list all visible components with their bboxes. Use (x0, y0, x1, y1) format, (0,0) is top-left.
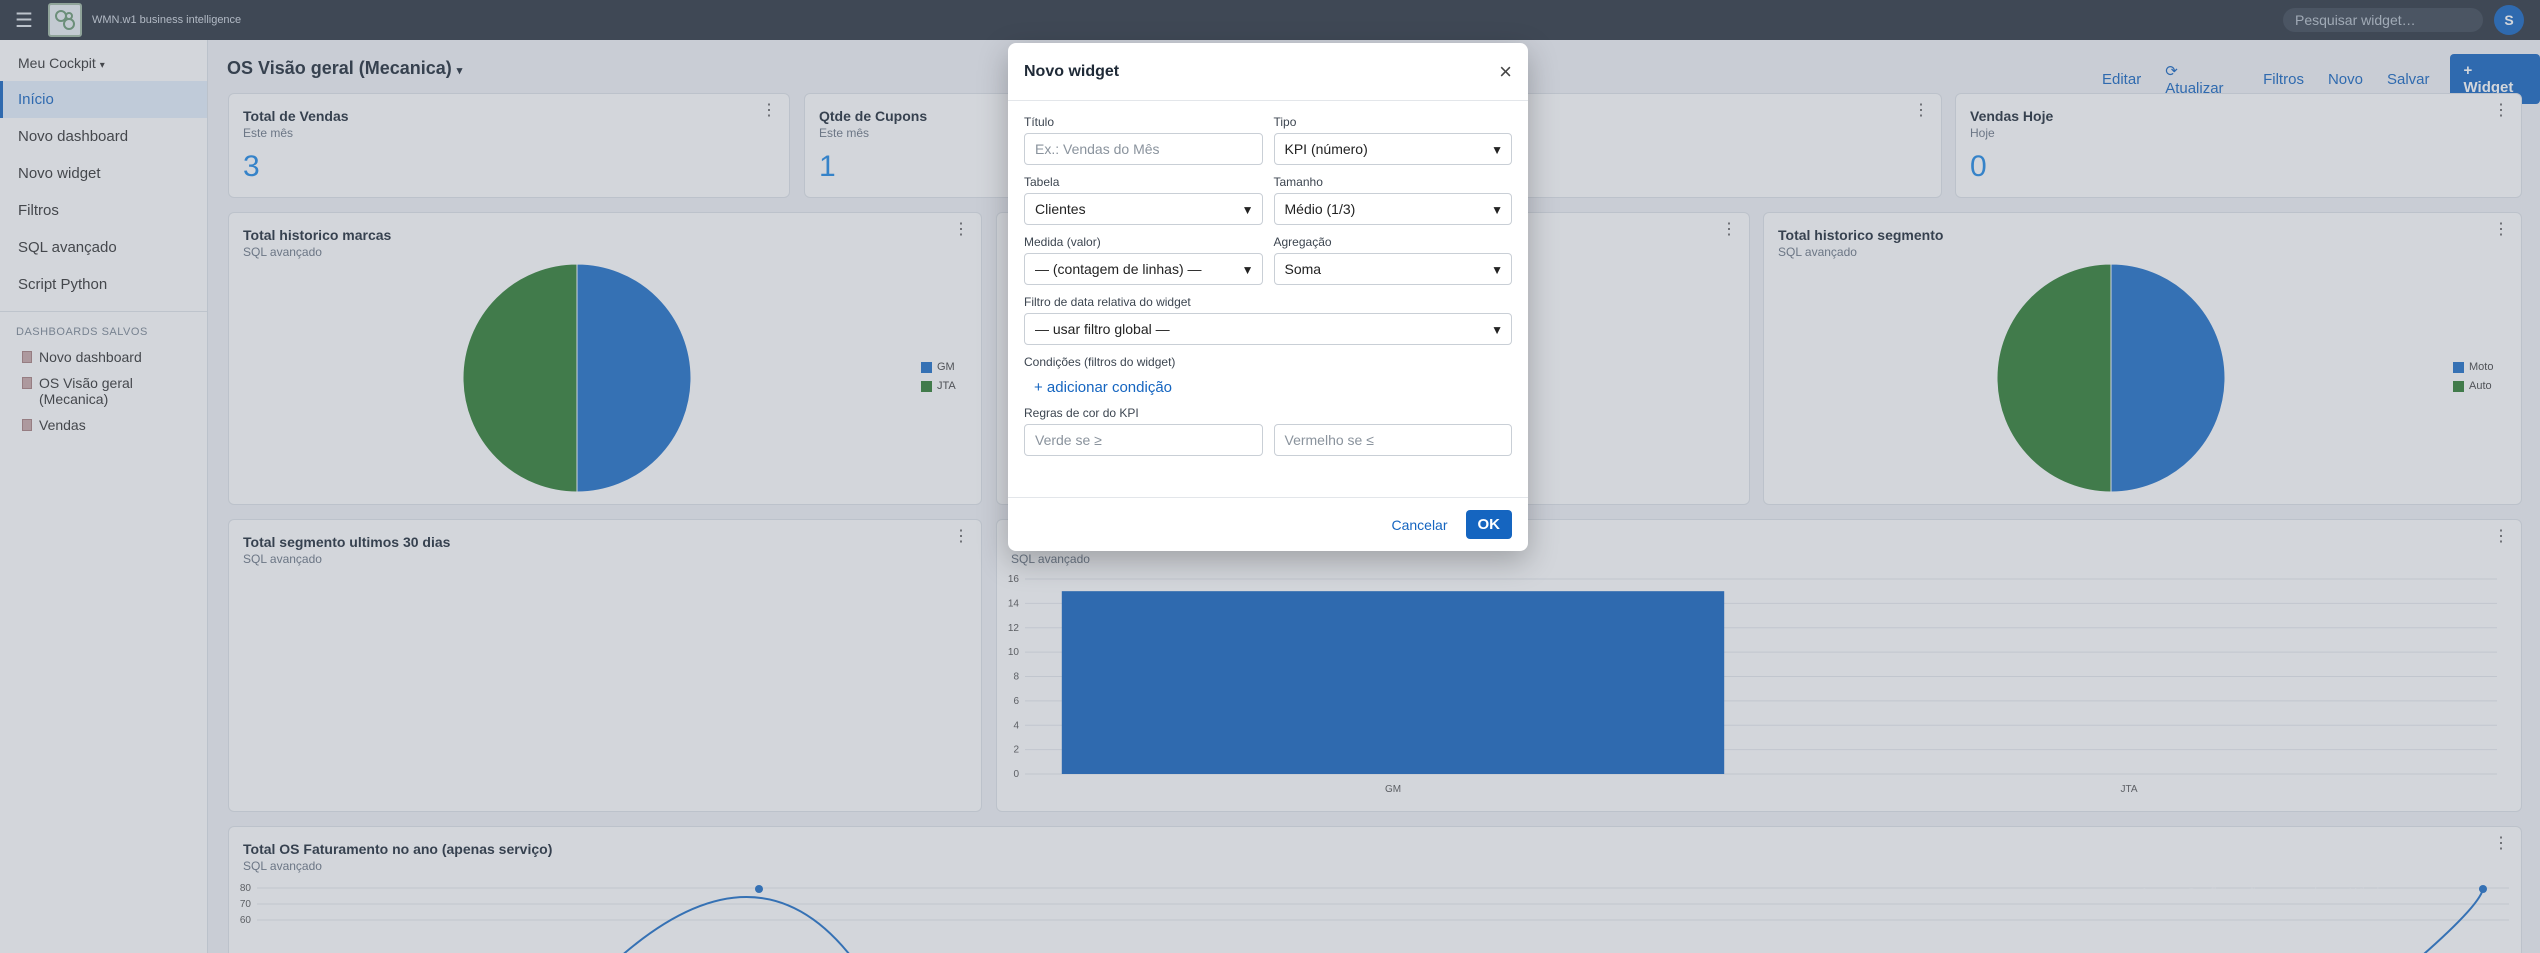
field-label: Regras de cor do KPI (1024, 406, 1139, 420)
field-label: Agregação (1273, 235, 1332, 249)
dialog-title: Novo widget (1024, 62, 1120, 80)
add-condition-link[interactable]: + adicionar condição (1024, 373, 1512, 406)
measure-select[interactable]: — (contagem de linhas) — ▼ (1024, 253, 1263, 285)
chevron-down-icon: ▼ (1491, 323, 1503, 337)
select-value: Médio (1/3) (1284, 201, 1356, 217)
close-icon[interactable]: × (1499, 59, 1512, 85)
dialog-footer: Cancelar OK (1008, 497, 1528, 551)
red-threshold-input[interactable]: Vermelho se ≤ (1273, 424, 1512, 456)
title-input[interactable]: Ex.: Vendas do Mês (1024, 133, 1263, 165)
field-label: Condições (filtros do widget) (1024, 355, 1176, 369)
select-value: — usar filtro global — (1035, 321, 1170, 337)
ok-button[interactable]: OK (1465, 510, 1512, 539)
table-select[interactable]: Clientes ▼ (1024, 193, 1263, 225)
field-label: Tipo (1273, 115, 1297, 129)
green-threshold-input[interactable]: Verde se ≥ (1024, 424, 1263, 456)
select-value: — (contagem de linhas) — (1035, 261, 1202, 277)
select-value: Soma (1284, 261, 1322, 277)
aggregation-select[interactable]: Soma ▼ (1273, 253, 1512, 285)
size-select[interactable]: Médio (1/3) ▼ (1273, 193, 1512, 225)
field-label: Tamanho (1273, 175, 1323, 189)
chevron-down-icon: ▼ (1491, 143, 1503, 157)
chevron-down-icon: ▼ (1241, 203, 1254, 217)
date-filter-select[interactable]: — usar filtro global — ▼ (1024, 313, 1512, 345)
dialog-body: Título Ex.: Vendas do Mês Tipo KPI (núme… (1008, 101, 1528, 456)
field-label: Medida (valor) (1024, 235, 1101, 249)
cancel-button[interactable]: Cancelar (1391, 517, 1447, 533)
field-label: Filtro de data relativa do widget (1024, 295, 1191, 309)
chevron-down-icon: ▼ (1241, 263, 1254, 277)
select-value: Clientes (1035, 201, 1086, 217)
field-label: Tabela (1024, 175, 1060, 189)
type-select[interactable]: KPI (número) ▼ (1273, 133, 1512, 165)
dialog-header: Novo widget × (1008, 43, 1528, 101)
field-label: Título (1024, 115, 1055, 129)
new-widget-dialog: Novo widget × Título Ex.: Vendas do Mês … (1008, 43, 1528, 551)
select-value: KPI (número) (1284, 141, 1368, 157)
chevron-down-icon: ▼ (1491, 263, 1503, 277)
chevron-down-icon: ▼ (1491, 203, 1503, 217)
